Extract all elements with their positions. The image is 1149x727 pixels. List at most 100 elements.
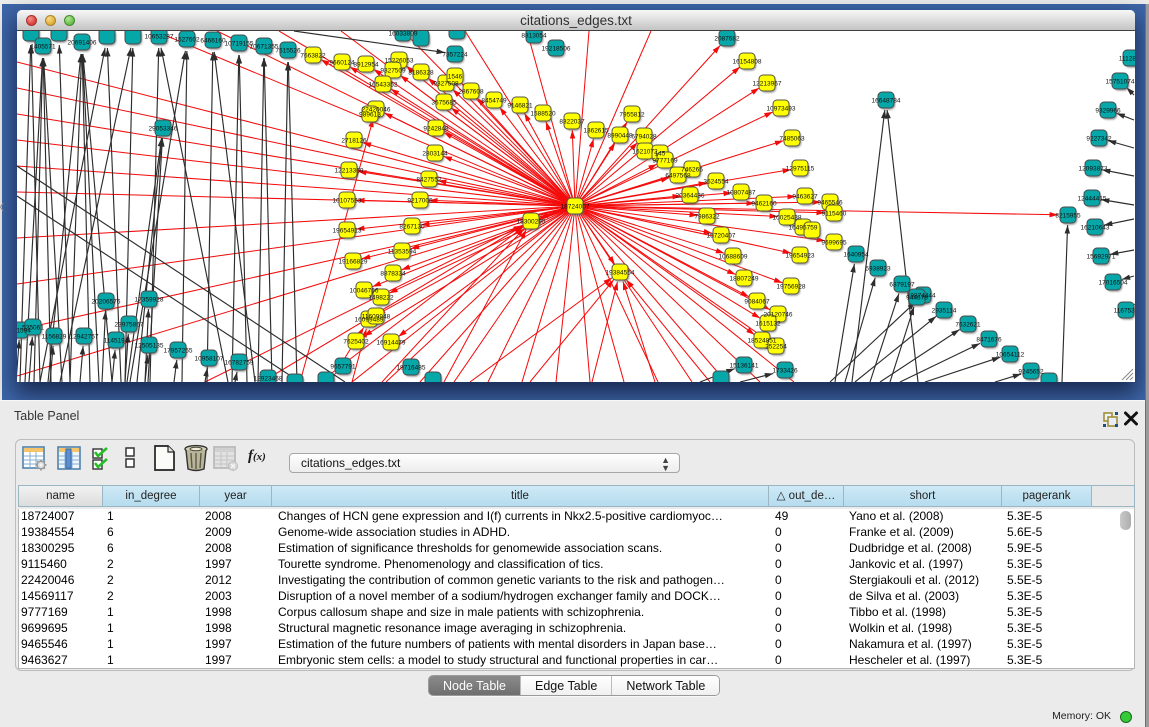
svg-text:9660124: 9660124 (329, 60, 355, 67)
svg-text:6879197: 6879197 (889, 282, 915, 289)
svg-text:7663822: 7663822 (300, 53, 326, 60)
svg-text:16543362: 16543362 (369, 82, 398, 89)
svg-text:8215955: 8215955 (1055, 213, 1081, 220)
svg-text:3675685: 3675685 (431, 100, 457, 107)
svg-text:1733426: 1733426 (772, 368, 798, 375)
svg-text:9463627: 9463627 (792, 194, 818, 201)
svg-text:12923468: 12923468 (254, 376, 283, 383)
svg-text:19218506: 19218506 (542, 46, 571, 53)
svg-text:8990448: 8990448 (607, 133, 633, 140)
svg-text:1167530: 1167530 (1114, 308, 1135, 315)
svg-text:7955812: 7955812 (619, 112, 645, 119)
svg-text:1615132: 1615132 (755, 321, 781, 328)
svg-text:10973493: 10973493 (767, 106, 796, 113)
svg-text:8322037: 8322037 (559, 119, 585, 126)
svg-text:7485063: 7485063 (779, 136, 805, 143)
svg-text:20206576: 20206576 (92, 299, 121, 306)
svg-text:9242848: 9242848 (423, 126, 449, 133)
svg-text:989613: 989613 (359, 112, 381, 119)
svg-text:10958107: 10958107 (195, 356, 224, 363)
svg-text:3624554: 3624554 (703, 179, 729, 186)
svg-text:6497568: 6497568 (665, 173, 691, 180)
svg-text:19166829: 19166829 (339, 259, 368, 266)
svg-text:10046766: 10046766 (350, 288, 379, 295)
svg-text:11609948: 11609948 (362, 314, 391, 321)
svg-text:1362615: 1362615 (583, 128, 609, 135)
svg-text:10654112: 10654112 (996, 352, 1025, 359)
svg-text:16154808: 16154808 (733, 59, 762, 66)
svg-text:16033809: 16033809 (389, 31, 418, 38)
svg-text:6794028: 6794028 (631, 134, 657, 141)
svg-text:7986322: 7986322 (694, 214, 720, 221)
svg-text:12975115: 12975115 (786, 166, 815, 173)
svg-text:12942757: 12942757 (70, 334, 99, 341)
svg-text:19384554: 19384554 (606, 270, 635, 277)
svg-text:23975867: 23975867 (115, 322, 144, 329)
svg-text:12505135: 12505135 (135, 343, 164, 350)
svg-text:8878334: 8878334 (380, 271, 406, 278)
svg-text:15751074: 15751074 (1106, 79, 1135, 86)
svg-text:19756928: 19756928 (777, 284, 806, 291)
svg-text:20120746: 20120746 (764, 312, 793, 319)
svg-text:2867608: 2867608 (458, 89, 484, 96)
svg-text:9115460: 9115460 (822, 211, 847, 218)
svg-text:1527602: 1527602 (174, 37, 200, 44)
svg-text:7632621: 7632621 (955, 322, 981, 329)
svg-text:12444415: 12444415 (1078, 196, 1107, 203)
svg-text:9327508: 9327508 (433, 81, 459, 88)
svg-text:2935114: 2935114 (932, 308, 957, 315)
svg-text:29053346: 29053346 (149, 126, 178, 133)
svg-text:2803144: 2803144 (422, 151, 448, 158)
svg-text:1640954: 1640954 (843, 252, 869, 259)
svg-text:1145194: 1145194 (104, 338, 129, 345)
svg-text:7357224: 7357224 (442, 52, 468, 59)
svg-text:9084067: 9084067 (744, 299, 770, 306)
svg-text:10688609: 10688609 (719, 254, 748, 261)
svg-text:12213967: 12213967 (753, 81, 782, 88)
svg-text:9327509: 9327509 (380, 68, 406, 75)
svg-text:19654913: 19654913 (333, 228, 362, 235)
svg-text:9245652: 9245652 (1018, 369, 1044, 376)
svg-text:16648784: 16648784 (872, 98, 901, 105)
svg-text:9699695: 9699695 (821, 240, 847, 247)
svg-text:5938923: 5938923 (865, 266, 891, 273)
svg-text:1112893: 1112893 (1119, 56, 1135, 63)
svg-text:944678: 944678 (906, 295, 928, 302)
svg-text:1498222: 1498222 (368, 295, 394, 302)
svg-text:20691406: 20691406 (68, 40, 97, 47)
svg-text:18724007: 18724007 (561, 204, 590, 211)
svg-text:10107553: 10107553 (333, 198, 362, 205)
svg-text:16495759: 16495759 (789, 225, 818, 232)
svg-text:19654923: 19654923 (786, 253, 815, 260)
svg-text:8471676: 8471676 (976, 337, 1002, 344)
svg-text:11353594: 11353594 (388, 249, 417, 256)
svg-text:2087682: 2087682 (714, 36, 740, 43)
svg-text:8267130: 8267130 (399, 224, 425, 231)
svg-text:15692971: 15692971 (1087, 254, 1116, 261)
svg-text:8454749: 8454749 (481, 98, 507, 105)
svg-text:19716485: 19716485 (397, 365, 426, 372)
svg-text:8813054: 8813054 (521, 33, 547, 40)
svg-text:8427552: 8427552 (416, 177, 442, 184)
svg-text:9217006: 9217006 (407, 198, 433, 205)
svg-text:10653287: 10653287 (145, 34, 174, 41)
svg-text:1588520: 1588520 (530, 111, 556, 118)
svg-text:9465546: 9465546 (817, 200, 843, 207)
svg-text:10807487: 10807487 (727, 190, 756, 197)
svg-text:17016504: 17016504 (1099, 280, 1128, 287)
svg-text:252254: 252254 (765, 344, 787, 351)
svg-text:8912954: 8912954 (353, 62, 379, 69)
svg-text:15720407: 15720407 (707, 233, 736, 240)
svg-text:9777169: 9777169 (652, 158, 678, 165)
svg-text:8186328: 8186328 (408, 70, 434, 77)
svg-text:17359928: 17359928 (135, 297, 164, 304)
svg-text:15136141: 15136141 (730, 363, 759, 370)
svg-text:18300295: 18300295 (517, 219, 546, 226)
svg-text:18807249: 18807249 (730, 276, 759, 283)
svg-text:16914479: 16914479 (377, 340, 406, 347)
svg-text:7515526: 7515526 (275, 48, 301, 55)
svg-text:9329966: 9329966 (1095, 108, 1121, 115)
svg-text:1405571: 1405571 (30, 44, 56, 51)
svg-text:9146821: 9146821 (507, 103, 533, 110)
svg-text:7625402: 7625402 (343, 339, 369, 346)
